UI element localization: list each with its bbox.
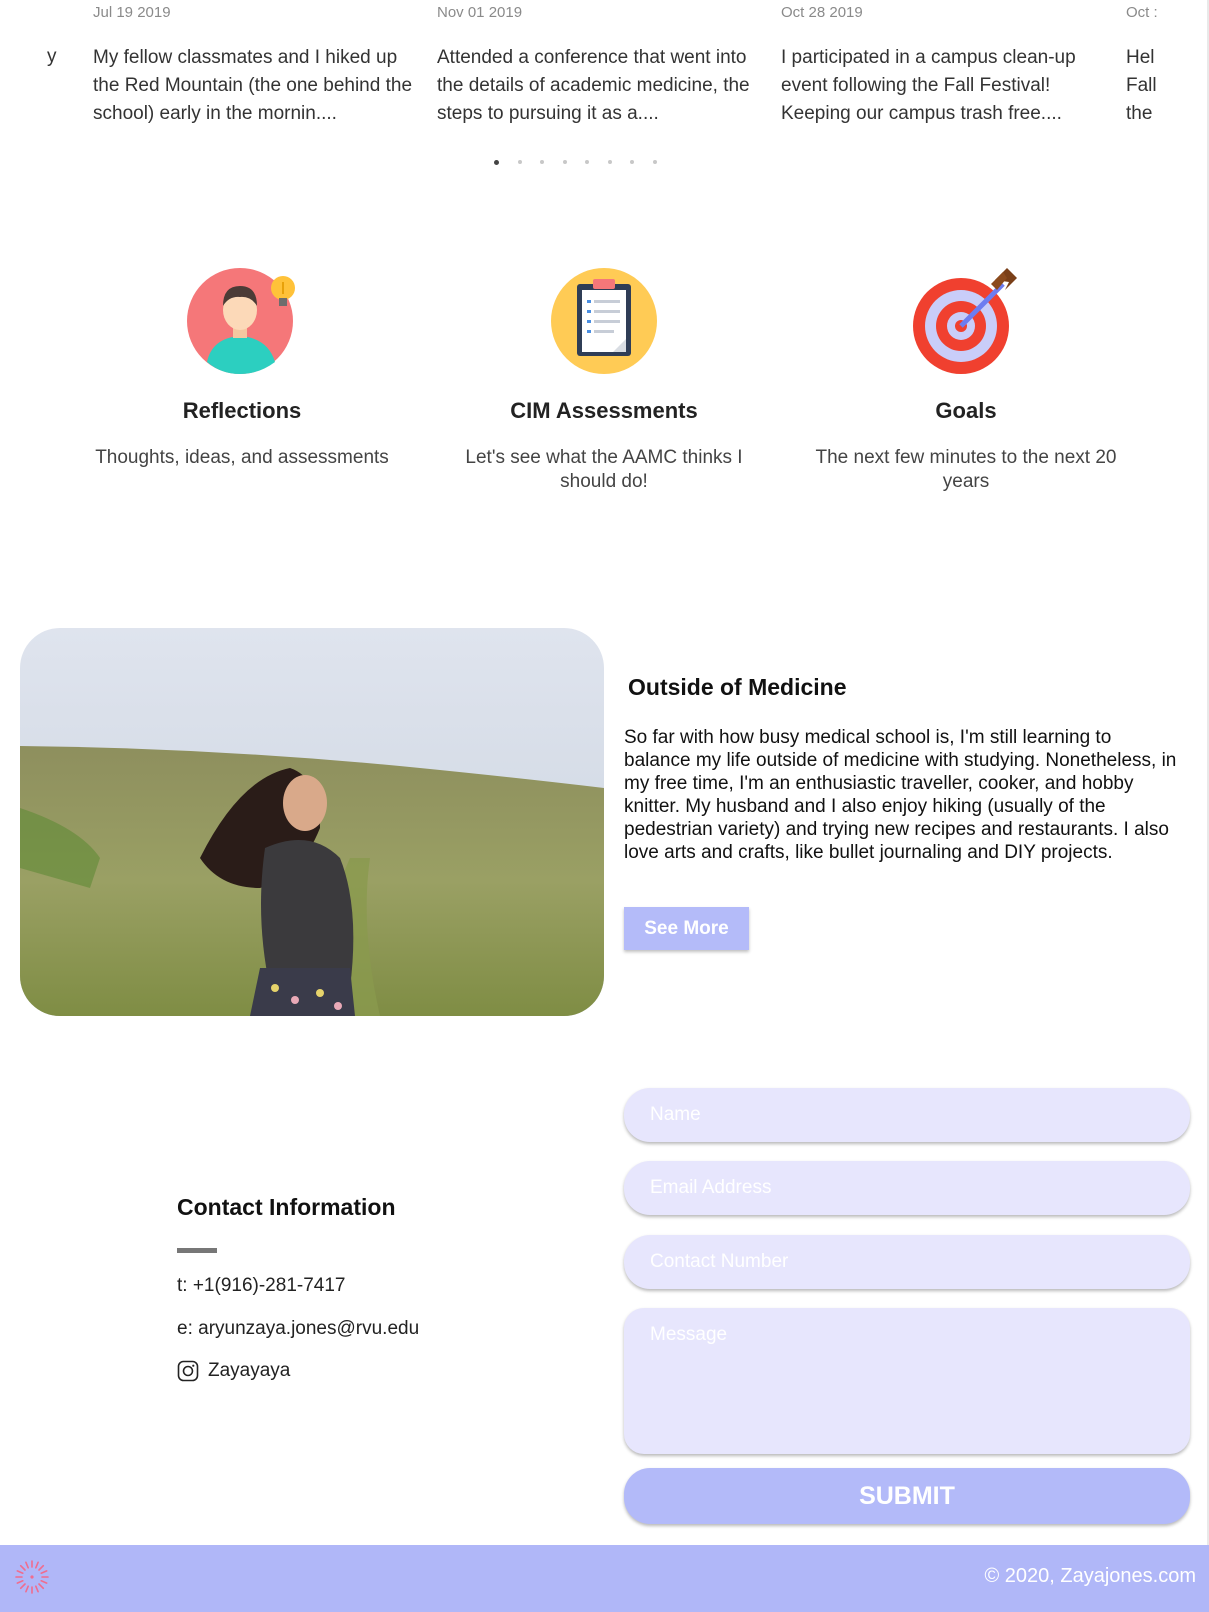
feature-description: The next few minutes to the next 20 year… — [815, 447, 1117, 492]
submit-button[interactable]: SUBMIT — [624, 1468, 1190, 1524]
email-placeholder: Email Address — [650, 1177, 772, 1198]
message-placeholder: Message — [650, 1324, 728, 1345]
carousel-dot[interactable] — [494, 160, 499, 165]
contact-phone[interactable]: t: +1(916)-281-7417 — [177, 1275, 345, 1297]
feature-title[interactable]: CIM Assessments — [434, 394, 774, 428]
feature-goals[interactable]: Goals The next few minutes to the next 2… — [796, 266, 1136, 494]
instagram-link[interactable]: Zayayaya — [177, 1360, 290, 1382]
section-body: So far with how busy medical school is, … — [624, 727, 1177, 863]
feature-reflections[interactable]: Reflections Thoughts, ideas, and assessm… — [72, 266, 412, 470]
hiking-photo — [20, 628, 604, 1016]
feature-title[interactable]: Goals — [796, 394, 1136, 428]
carousel-dot[interactable] — [607, 160, 612, 164]
carousel-dots[interactable] — [494, 160, 675, 165]
post-date: Oct : — [1126, 4, 1158, 21]
instagram-icon — [177, 1360, 199, 1382]
carousel-dot[interactable] — [652, 160, 657, 164]
person-lightbulb-icon — [187, 266, 297, 376]
feature-description: Let's see what the AAMC thinks I should … — [465, 447, 743, 492]
carousel-dot[interactable] — [562, 160, 567, 164]
message-field[interactable]: Message — [624, 1308, 1190, 1454]
carousel-dot[interactable] — [630, 160, 634, 164]
feature-description: Thoughts, ideas, and assessments — [95, 447, 389, 468]
post-excerpt: My fellow classmates and I hiked up the … — [93, 47, 413, 124]
blog-post-card-partial[interactable]: Oct : Hel Fall the — [1126, 0, 1158, 140]
feature-title[interactable]: Reflections — [72, 394, 412, 428]
contact-email[interactable]: e: aryunzaya.jones@rvu.edu — [177, 1318, 419, 1340]
post-excerpt: I participated in a campus clean-up even… — [781, 47, 1076, 124]
carousel-dot[interactable] — [585, 160, 589, 164]
name-placeholder: Name — [650, 1104, 701, 1125]
post-date: Oct 28 2019 — [781, 4, 863, 21]
contact-number-field[interactable]: Contact Number — [624, 1235, 1190, 1289]
contact-title: Contact Information — [177, 1194, 396, 1220]
post-date: Jul 19 2019 — [93, 4, 171, 21]
copyright: © 2020, Zayajones.com — [984, 1565, 1196, 1587]
post-excerpt: Hel Fall the — [1126, 47, 1157, 124]
target-arrow-icon — [911, 266, 1021, 376]
footer: © 2020, Zayajones.com — [0, 1545, 1209, 1612]
post-date: Nov 01 2019 — [437, 4, 523, 21]
contact-number-placeholder: Contact Number — [650, 1251, 789, 1272]
previous-post-fragment[interactable]: y — [47, 46, 59, 76]
clipboard-icon — [549, 266, 659, 376]
instagram-handle: Zayayaya — [208, 1360, 291, 1381]
name-field[interactable]: Name — [624, 1088, 1190, 1142]
see-more-button[interactable]: See More — [624, 907, 749, 950]
post-excerpt: Attended a conference that went into the… — [437, 47, 750, 124]
carousel-dot[interactable] — [540, 160, 544, 164]
email-field[interactable]: Email Address — [624, 1161, 1190, 1215]
feature-cim-assessments[interactable]: CIM Assessments Let's see what the AAMC … — [434, 266, 774, 494]
sparkle-logo-icon[interactable] — [14, 1559, 50, 1595]
carousel-dot[interactable] — [517, 160, 522, 164]
divider — [177, 1248, 217, 1253]
section-title: Outside of Medicine — [628, 674, 847, 700]
